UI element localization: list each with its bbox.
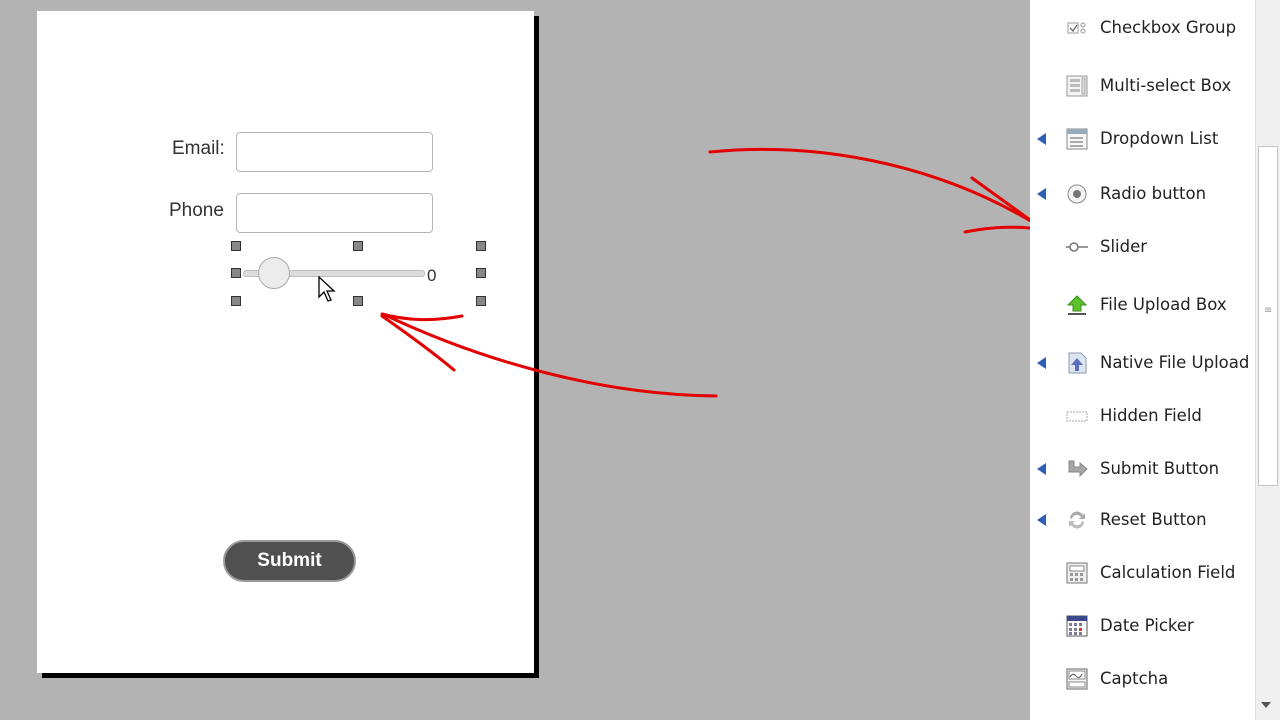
palette-item-checkbox-group[interactable]: Checkbox Group [1030, 11, 1255, 45]
email-label: Email: [172, 138, 225, 159]
palette-item-date-picker[interactable]: Date Picker [1030, 609, 1255, 643]
expand-arrow-icon[interactable] [1037, 133, 1046, 145]
resize-handle-top[interactable] [353, 241, 363, 251]
date-picker-icon [1066, 615, 1088, 637]
resize-handle-bottom[interactable] [353, 296, 363, 306]
palette-item-label: File Upload Box [1100, 295, 1227, 314]
palette-item-label: Radio button [1100, 184, 1207, 203]
email-field[interactable] [236, 132, 433, 172]
phone-field[interactable] [236, 193, 433, 233]
submit-button[interactable]: Submit [223, 540, 356, 582]
palette-item-calculation-field[interactable]: Calculation Field [1030, 556, 1255, 590]
palette-item-dropdown-list[interactable]: Dropdown List [1030, 122, 1255, 156]
palette-item-hidden-field[interactable]: Hidden Field [1030, 399, 1255, 433]
radio-button-icon [1067, 184, 1087, 204]
palette-item-label: Hidden Field [1100, 406, 1202, 425]
palette-item-label: Checkbox Group [1100, 18, 1237, 37]
palette-item-label: Submit Button [1100, 459, 1220, 478]
palette-scrollbar[interactable]: ≡ [1255, 0, 1280, 720]
multi-select-icon [1066, 75, 1088, 97]
form-page[interactable]: Email: Phone 0 Submit [37, 11, 534, 673]
expand-arrow-icon[interactable] [1037, 188, 1046, 200]
slider-icon [1066, 242, 1088, 252]
checkbox-group-icon [1067, 22, 1086, 34]
palette-item-label: Multi-select Box [1100, 76, 1232, 95]
reset-button-icon [1069, 511, 1085, 529]
resize-handle-top-left[interactable] [231, 241, 241, 251]
palette-item-file-upload-box[interactable]: File Upload Box [1030, 288, 1255, 322]
grip-icon: ≡ [1264, 305, 1273, 316]
palette-item-radio-button[interactable]: Radio button [1030, 177, 1255, 211]
palette-item-label: Calculation Field [1100, 563, 1236, 582]
design-canvas[interactable]: Email: Phone 0 Submit [0, 0, 1030, 720]
expand-arrow-icon[interactable] [1037, 514, 1046, 526]
expand-arrow-icon[interactable] [1037, 463, 1046, 475]
palette-item-label: Date Picker [1100, 616, 1194, 635]
palette-item-multi-select-box[interactable]: Multi-select Box [1030, 69, 1255, 103]
scroll-down-icon[interactable] [1261, 702, 1271, 708]
palette-item-label: Native File Upload [1100, 353, 1250, 372]
resize-handle-bottom-left[interactable] [231, 296, 241, 306]
native-file-upload-icon [1068, 352, 1087, 374]
palette-item-label: Reset Button [1100, 510, 1207, 529]
dropdown-list-icon [1066, 128, 1088, 150]
file-upload-icon [1066, 295, 1088, 315]
palette-item-label: Dropdown List [1100, 129, 1219, 148]
calculation-field-icon [1066, 562, 1088, 584]
resize-handle-left[interactable] [231, 268, 241, 278]
palette-item-slider[interactable]: Slider [1030, 230, 1255, 264]
palette-item-submit-button[interactable]: Submit Button [1030, 452, 1255, 486]
mouse-cursor-icon [318, 276, 336, 302]
submit-button-icon [1068, 460, 1088, 478]
expand-arrow-icon[interactable] [1037, 357, 1046, 369]
component-palette: Checkbox Group Multi-select Box Dropdown L… [1030, 0, 1280, 720]
palette-item-label: Captcha [1100, 669, 1169, 688]
slider-knob[interactable] [258, 257, 290, 289]
palette-item-reset-button[interactable]: Reset Button [1030, 503, 1255, 537]
captcha-icon [1066, 668, 1088, 690]
hidden-field-icon [1066, 411, 1088, 422]
slider-value: 0 [427, 266, 437, 285]
phone-label: Phone [169, 200, 224, 221]
resize-handle-top-right[interactable] [476, 241, 486, 251]
resize-handle-right[interactable] [476, 268, 486, 278]
scroll-thumb[interactable]: ≡ [1258, 146, 1278, 486]
palette-item-label: Slider [1100, 237, 1148, 256]
palette-item-native-file-upload[interactable]: Native File Upload [1030, 346, 1255, 380]
palette-item-captcha[interactable]: Captcha [1030, 662, 1255, 696]
resize-handle-bottom-right[interactable] [476, 296, 486, 306]
